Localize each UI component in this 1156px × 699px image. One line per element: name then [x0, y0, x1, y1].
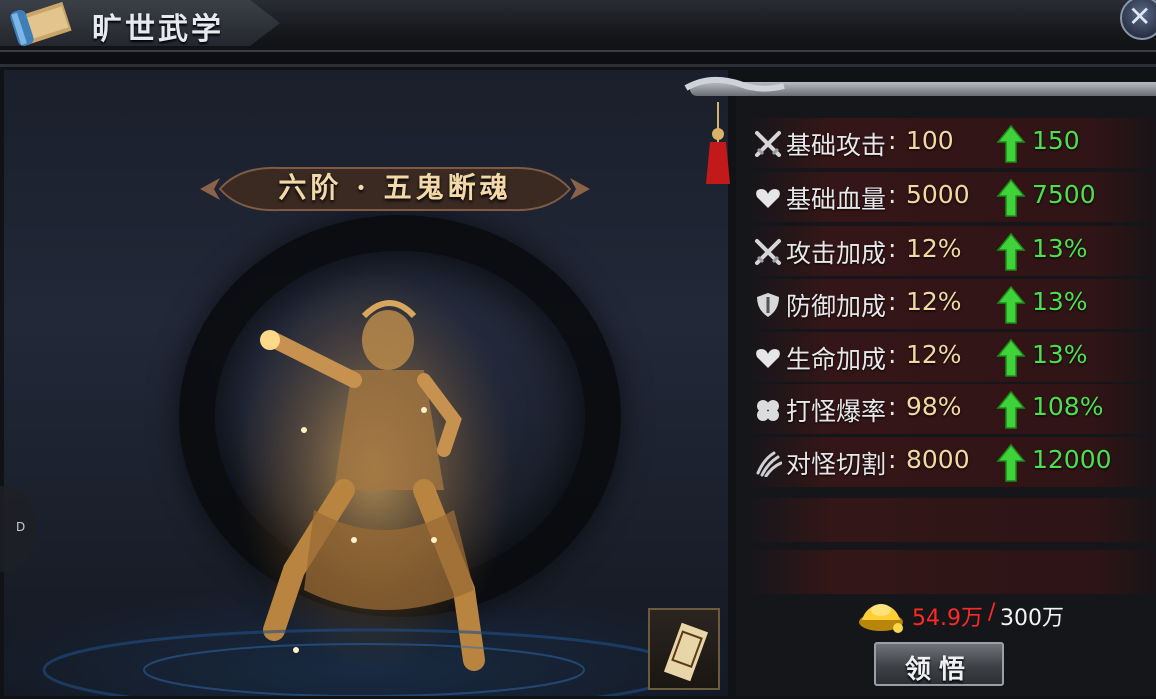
up-arrow-icon — [996, 285, 1026, 324]
learn-button[interactable]: 领悟 — [874, 642, 1004, 686]
cost-separator: / — [988, 600, 996, 625]
close-x-icon: ✕ — [1128, 0, 1152, 33]
close-button[interactable]: ✕ — [1120, 0, 1156, 40]
stat-colon: : — [888, 287, 897, 316]
stat-colon: : — [888, 340, 897, 369]
up-arrow-icon — [996, 443, 1026, 482]
stat-colon: : — [888, 234, 897, 263]
stat-row: 对怪切割:8000 12000 — [748, 437, 1156, 487]
stat-next-value: 12000 — [1032, 445, 1112, 474]
stat-name: 基础攻击 — [786, 131, 887, 160]
stat-next-value: 13% — [1032, 234, 1088, 263]
stat-name: 生命加成 — [786, 345, 887, 374]
stat-row: 基础攻击:100 150 — [748, 118, 1156, 168]
cost-display: 54.9万 / 300万 — [856, 594, 1116, 634]
skill-scene: 六阶 · 五鬼断魂 — [4, 70, 728, 696]
page-title: 旷世武学 — [92, 12, 224, 47]
gold-ingot-icon — [859, 604, 903, 633]
stat-row: 攻击加成:12% 13% — [748, 226, 1156, 276]
stat-colon: : — [888, 180, 897, 209]
stat-name: 防御加成 — [786, 292, 887, 321]
clover-icon — [754, 396, 782, 424]
claw-icon — [754, 449, 783, 478]
stat-next-value: 13% — [1032, 287, 1088, 316]
skill-book-icon — [663, 622, 709, 682]
crossed-swords-icon — [754, 130, 782, 158]
heart-icon — [754, 344, 782, 372]
stat-row: 基础血量:5000 7500 — [748, 172, 1156, 222]
heart-icon — [754, 184, 782, 212]
stat-name: 攻击加成 — [786, 239, 887, 268]
stat-next-value: 13% — [1032, 340, 1088, 369]
stat-value: 8000 — [906, 445, 970, 474]
crossed-swords-icon — [754, 238, 782, 266]
up-arrow-icon — [996, 178, 1026, 217]
stat-name: 对怪切割 — [786, 450, 887, 479]
stat-value: 12% — [906, 340, 962, 369]
stat-value: 100 — [906, 126, 954, 155]
stat-value: 98% — [906, 392, 962, 421]
stat-value: 5000 — [906, 180, 970, 209]
empty-stat-row — [748, 498, 1156, 542]
skill-name: 六阶 · 五鬼断魂 — [278, 171, 512, 204]
skill-book-slot[interactable] — [648, 608, 720, 690]
stat-value: 12% — [906, 287, 962, 316]
empty-stat-row — [748, 550, 1156, 594]
stat-name: 基础血量 — [786, 185, 887, 214]
stat-colon: : — [888, 126, 897, 155]
up-arrow-icon — [996, 338, 1026, 377]
shield-icon — [754, 291, 782, 319]
stat-next-value: 7500 — [1032, 180, 1096, 209]
stat-next-value: 108% — [1032, 392, 1104, 421]
cost-have: 54.9万 — [912, 606, 983, 631]
stat-colon: : — [888, 392, 897, 421]
side-tab-label: D — [16, 520, 26, 534]
stat-value: 12% — [906, 234, 962, 263]
scroll-icon — [10, 1, 72, 47]
stat-row: 防御加成:12% 13% — [748, 279, 1156, 329]
learn-button-label: 领悟 — [904, 655, 973, 685]
stat-next-value: 150 — [1032, 126, 1080, 155]
up-arrow-icon — [996, 232, 1026, 271]
stat-name: 打怪爆率 — [786, 397, 887, 426]
cost-need: 300万 — [1000, 606, 1064, 631]
top-bar: 旷世武学 ✕ — [0, 0, 1156, 52]
up-arrow-icon — [996, 390, 1026, 429]
up-arrow-icon — [996, 124, 1026, 163]
stat-colon: : — [888, 445, 897, 474]
stat-row: 打怪爆率:98% 108% — [748, 384, 1156, 434]
stat-row: 生命加成:12% 13% — [748, 332, 1156, 382]
